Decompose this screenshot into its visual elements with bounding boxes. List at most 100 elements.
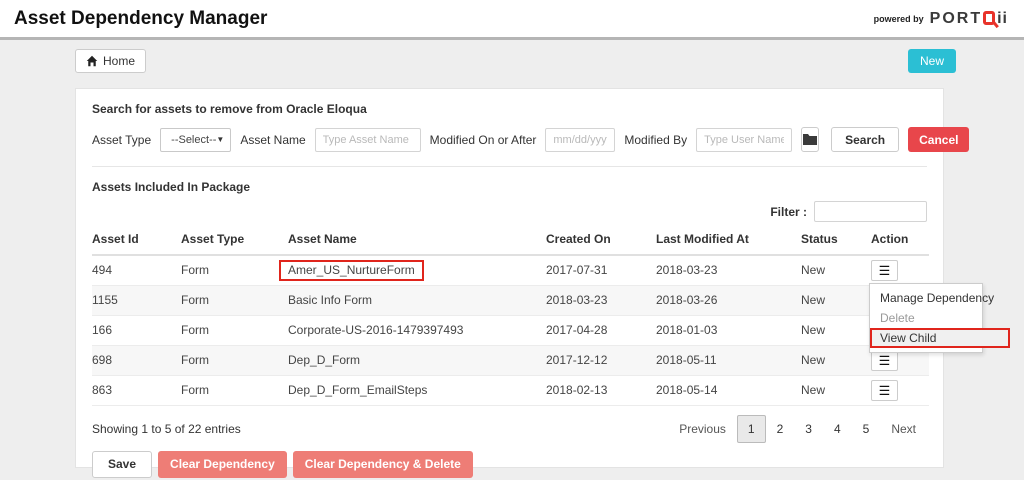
menu-item-delete[interactable]: Delete xyxy=(870,308,982,328)
cell-asset-type: Form xyxy=(181,345,288,375)
filter-row: Filter : xyxy=(92,201,927,222)
col-header-action: Action xyxy=(871,225,929,255)
col-header-last-modified: Last Modified At xyxy=(656,225,801,255)
clear-dependency-delete-button[interactable]: Clear Dependency & Delete xyxy=(293,451,473,478)
hamburger-icon: ☰ xyxy=(879,383,891,398)
main-card: Search for assets to remove from Oracle … xyxy=(75,88,944,468)
cell-last-modified: 2018-05-14 xyxy=(656,375,801,405)
cell-asset-name: Basic Info Form xyxy=(288,285,546,315)
menu-item-manage-dependency[interactable]: Manage Dependency xyxy=(870,288,982,308)
cell-asset-id: 1155 xyxy=(92,285,181,315)
page-title: Asset Dependency Manager xyxy=(14,8,267,30)
table-footer: Showing 1 to 5 of 22 entries Previous 1 … xyxy=(92,415,927,443)
status-badge: New xyxy=(801,255,871,285)
status-badge: New xyxy=(801,315,871,345)
table-header-row: Asset Id Asset Type Asset Name Created O… xyxy=(92,225,929,255)
cell-created-on: 2017-07-31 xyxy=(546,255,656,285)
asset-type-label: Asset Type xyxy=(92,133,151,147)
annotation-box: Amer_US_NurtureForm xyxy=(279,260,424,281)
home-icon xyxy=(86,55,98,67)
cell-asset-id: 494 xyxy=(92,255,181,285)
cell-asset-id: 698 xyxy=(92,345,181,375)
pagination: Previous 1 2 3 4 5 Next xyxy=(668,415,927,443)
table-row: 863 Form Dep_D_Form_EmailSteps 2018-02-1… xyxy=(92,375,929,405)
menu-item-view-child[interactable]: View Child xyxy=(870,328,1010,348)
pagination-previous[interactable]: Previous xyxy=(668,415,737,443)
col-header-created-on: Created On xyxy=(546,225,656,255)
table-row: 1155 Form Basic Info Form 2018-03-23 201… xyxy=(92,285,929,315)
cell-last-modified: 2018-03-23 xyxy=(656,255,801,285)
col-header-asset-id: Asset Id xyxy=(92,225,181,255)
cell-action: ☰ Manage Dependency Delete View Child xyxy=(871,255,929,285)
folder-button[interactable] xyxy=(801,127,819,152)
brand-q-icon xyxy=(983,11,995,25)
asset-name-input[interactable] xyxy=(315,128,421,152)
hamburger-icon: ☰ xyxy=(879,353,891,368)
pagination-page-3[interactable]: 3 xyxy=(794,415,823,443)
col-header-asset-name: Asset Name xyxy=(288,225,546,255)
row-menu-button[interactable]: ☰ xyxy=(871,260,898,281)
asset-type-select-value: --Select-- xyxy=(171,134,216,146)
cell-asset-type: Form xyxy=(181,315,288,345)
table-row: 494 Form Amer_US_NurtureForm 2017-07-31 … xyxy=(92,255,929,285)
cell-asset-name: Amer_US_NurtureForm xyxy=(288,255,546,285)
cell-last-modified: 2018-01-03 xyxy=(656,315,801,345)
cell-created-on: 2018-03-23 xyxy=(546,285,656,315)
bottom-actions: Save Clear Dependency Clear Dependency &… xyxy=(92,451,927,478)
col-header-status: Status xyxy=(801,225,871,255)
filter-label: Filter : xyxy=(770,205,807,219)
cell-asset-name: Corporate-US-2016-1479397493 xyxy=(288,315,546,345)
cell-asset-id: 166 xyxy=(92,315,181,345)
pagination-page-2[interactable]: 2 xyxy=(766,415,795,443)
cell-action: ☰ xyxy=(871,375,929,405)
pagination-page-4[interactable]: 4 xyxy=(823,415,852,443)
pagination-next[interactable]: Next xyxy=(880,415,927,443)
cell-asset-id: 863 xyxy=(92,375,181,405)
package-section-heading: Assets Included In Package xyxy=(92,180,927,194)
save-button[interactable]: Save xyxy=(92,451,152,478)
powered-by-label: powered by xyxy=(874,14,924,24)
cell-created-on: 2017-12-12 xyxy=(546,345,656,375)
brand-logo: powered by PORT ii xyxy=(874,10,1008,28)
filter-input[interactable] xyxy=(814,201,927,222)
cancel-button[interactable]: Cancel xyxy=(908,127,969,152)
modified-by-label: Modified By xyxy=(624,133,687,147)
cell-asset-type: Form xyxy=(181,375,288,405)
row-menu-button[interactable]: ☰ xyxy=(871,380,898,401)
home-button-label: Home xyxy=(103,54,135,68)
status-badge: New xyxy=(801,375,871,405)
cell-asset-type: Form xyxy=(181,255,288,285)
cell-asset-type: Form xyxy=(181,285,288,315)
pagination-page-1[interactable]: 1 xyxy=(737,415,766,443)
chevron-down-icon: ▼ xyxy=(216,135,224,144)
cell-created-on: 2017-04-28 xyxy=(546,315,656,345)
pagination-page-5[interactable]: 5 xyxy=(852,415,881,443)
status-badge: New xyxy=(801,345,871,375)
search-button[interactable]: Search xyxy=(831,127,899,152)
asset-type-select[interactable]: --Select-- ▼ xyxy=(160,128,231,152)
brand-suffix: ii xyxy=(997,10,1008,27)
row-action-menu: Manage Dependency Delete View Child xyxy=(869,283,983,353)
table-row: 698 Form Dep_D_Form 2017-12-12 2018-05-1… xyxy=(92,345,929,375)
cell-last-modified: 2018-05-11 xyxy=(656,345,801,375)
showing-entries-label: Showing 1 to 5 of 22 entries xyxy=(92,422,241,436)
new-button[interactable]: New xyxy=(908,49,956,73)
home-button[interactable]: Home xyxy=(75,49,146,73)
brand-wordmark: PORT ii xyxy=(930,10,1008,28)
cell-created-on: 2018-02-13 xyxy=(546,375,656,405)
modified-by-input[interactable] xyxy=(696,128,792,152)
asset-name-label: Asset Name xyxy=(240,133,305,147)
folder-icon xyxy=(802,133,818,146)
divider xyxy=(92,166,927,167)
modified-on-label: Modified On or After xyxy=(430,133,537,147)
cell-asset-name: Dep_D_Form_EmailSteps xyxy=(288,375,546,405)
cell-asset-name: Dep_D_Form xyxy=(288,345,546,375)
assets-table: Asset Id Asset Type Asset Name Created O… xyxy=(92,225,929,406)
cell-last-modified: 2018-03-26 xyxy=(656,285,801,315)
titlebar: Asset Dependency Manager powered by PORT… xyxy=(0,0,1024,40)
col-header-asset-type: Asset Type xyxy=(181,225,288,255)
modified-on-input[interactable] xyxy=(545,128,615,152)
brand-text: PORT xyxy=(930,10,982,27)
search-section-heading: Search for assets to remove from Oracle … xyxy=(92,102,927,116)
clear-dependency-button[interactable]: Clear Dependency xyxy=(158,451,287,478)
